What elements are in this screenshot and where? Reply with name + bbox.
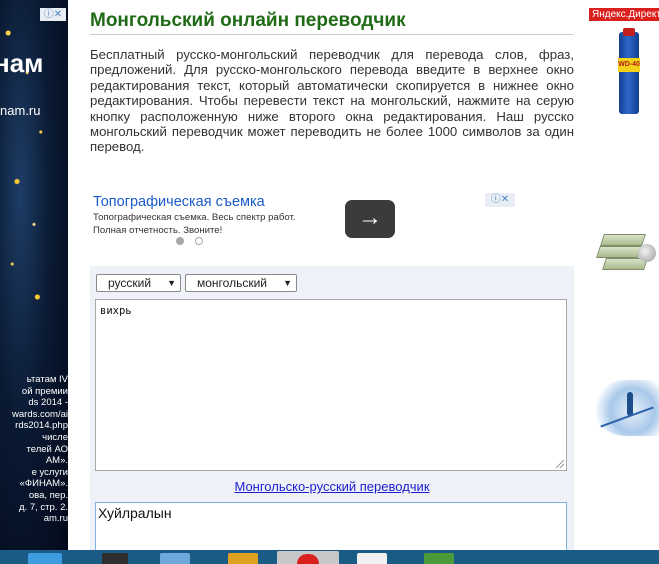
right-ad-column: Яндекс.Директ WD-40 xyxy=(588,0,659,550)
chevron-down-icon: ▼ xyxy=(283,278,292,288)
opera-icon xyxy=(297,554,319,564)
page-title: Монгольский онлайн переводчик xyxy=(90,10,406,31)
taskbar xyxy=(0,550,659,564)
translator-panel: русский ▼ монгольский ▼ вихрь Монгольско… xyxy=(90,266,574,552)
page: ⓘ✕ нам nam.ru ьтатам IV ой премии ds 201… xyxy=(0,0,659,564)
ad-title-link[interactable]: Топографическая съемка xyxy=(93,194,265,210)
ad-body-text: Топографическая съемка. Весь спектр рабо… xyxy=(93,212,296,236)
active-browser-taskbar-icon[interactable] xyxy=(277,551,339,564)
resize-grip-icon[interactable] xyxy=(556,460,564,468)
target-language-select[interactable]: монгольский ▼ xyxy=(185,274,297,292)
ad-arrow-button[interactable]: → xyxy=(345,200,395,238)
ad-domain-text: nam.ru xyxy=(0,103,41,118)
explorer-taskbar-icon[interactable] xyxy=(28,553,62,564)
money-stack xyxy=(600,234,646,246)
main-content: Монгольский онлайн переводчик Бесплатный… xyxy=(88,0,575,552)
carousel-dot[interactable] xyxy=(195,237,203,245)
yandex-direct-label[interactable]: Яндекс.Директ xyxy=(589,8,659,21)
ad-choices-icon[interactable]: ⓘ✕ xyxy=(485,193,515,207)
output-text-value: Хуйлралын xyxy=(98,505,172,521)
ad-choices-icon[interactable]: ⓘ✕ xyxy=(40,8,66,21)
ad-small-text: ьтатам IV ой премии ds 2014 - wards.com/… xyxy=(12,374,68,525)
docs-taskbar-icon[interactable] xyxy=(357,553,387,564)
carousel-dot-active[interactable] xyxy=(176,237,184,245)
browser-taskbar-icon[interactable] xyxy=(228,553,258,564)
runner-figure xyxy=(627,392,633,416)
left-banner-ad[interactable]: ⓘ✕ нам nam.ru ьтатам IV ой премии ds 201… xyxy=(0,0,68,550)
source-language-select[interactable]: русский ▼ xyxy=(96,274,181,292)
can-cap xyxy=(623,28,635,36)
runner-globe-image[interactable] xyxy=(593,380,659,436)
wd40-label: WD-40 xyxy=(618,58,640,72)
inline-text-ad[interactable]: Топографическая съемка Топографическая с… xyxy=(90,190,515,250)
lock-icon xyxy=(638,244,656,262)
reverse-translator-link[interactable]: Монгольско-русский переводчик xyxy=(90,479,574,494)
chevron-down-icon: ▼ xyxy=(167,278,176,288)
spreadsheet-taskbar-icon[interactable] xyxy=(424,553,454,564)
page-description: Бесплатный русско-монгольский переводчик… xyxy=(90,47,574,155)
money-stack xyxy=(596,246,642,258)
wd40-can-image[interactable]: WD-40 xyxy=(618,28,640,114)
money-lock-image[interactable] xyxy=(596,228,656,272)
ad-brand-text: нам xyxy=(0,48,44,78)
app-taskbar-icon[interactable] xyxy=(102,553,128,564)
title-divider xyxy=(90,34,573,35)
source-text-value: вихрь xyxy=(100,305,132,317)
output-text-area[interactable]: Хуйлралын xyxy=(95,502,567,552)
source-text-input[interactable]: вихрь xyxy=(95,299,567,471)
folder-taskbar-icon[interactable] xyxy=(160,553,190,564)
